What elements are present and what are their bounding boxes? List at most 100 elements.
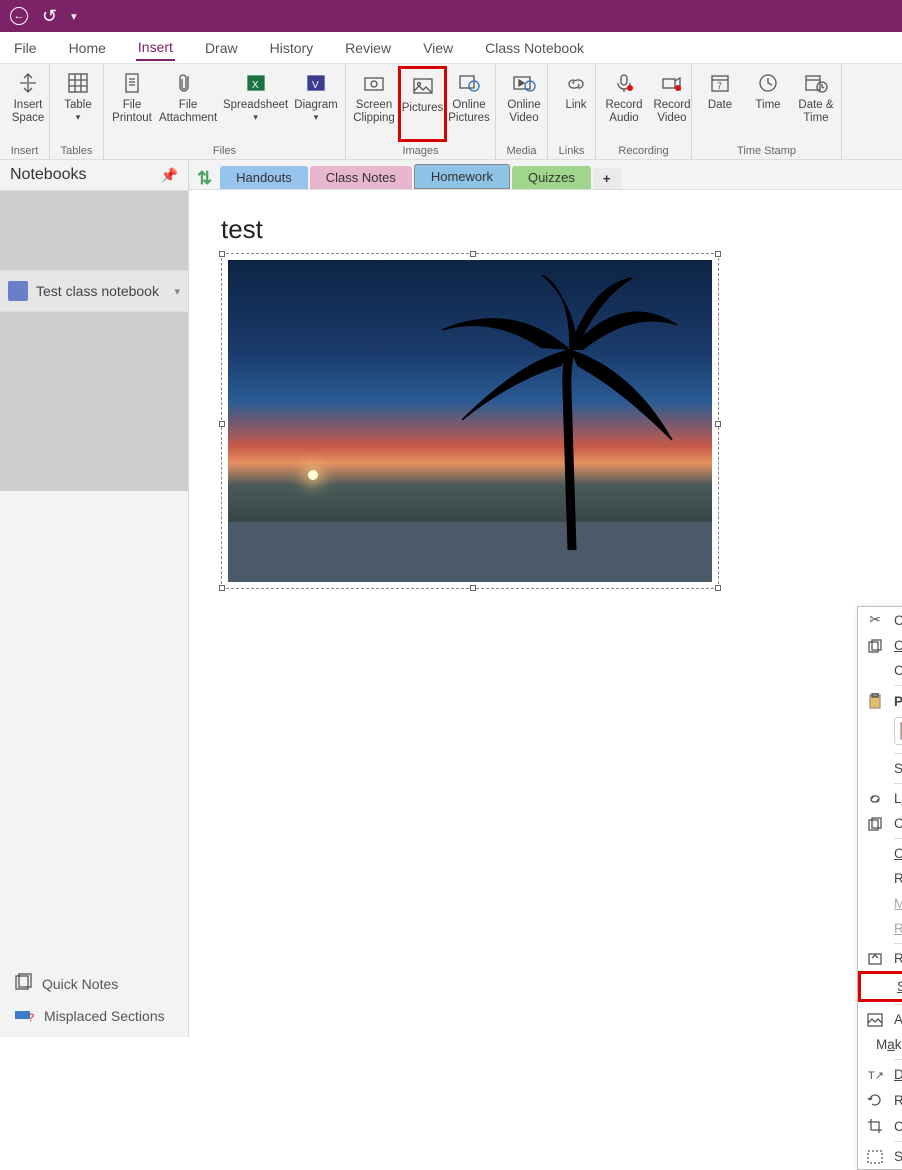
ctx-order[interactable]: Order▸ [858, 841, 902, 866]
ctx-copy-text-from-picture[interactable]: Copy Text from Picture [858, 658, 902, 683]
ctx-link[interactable]: Link... (Ctrl+K) [858, 786, 902, 811]
screen-clipping-button[interactable]: Screen Clipping [350, 66, 398, 142]
ctx-select-text-from-image[interactable]: Select Text from Image [858, 1144, 902, 1169]
tab-handouts[interactable]: Handouts [220, 166, 308, 189]
svg-text:V: V [312, 80, 319, 91]
group-media-label: Media [496, 145, 547, 159]
file-printout-label: File Printout [112, 99, 152, 124]
ctx-paste-options-heading: Paste Options: [858, 688, 902, 714]
ctx-restore-original-size[interactable]: Restore to Original Size [858, 946, 902, 971]
menu-insert[interactable]: Insert [136, 35, 175, 61]
ctx-paste-keep-source[interactable] [894, 717, 902, 745]
ctx-make-searchable[interactable]: Make Text in Image Searchable▸ [858, 1032, 902, 1057]
title-bar: ← ↺ ▾ [0, 0, 902, 32]
ctx-copy[interactable]: Copy [858, 633, 902, 658]
date-time-button[interactable]: Date & Time [792, 66, 840, 142]
menu-history[interactable]: History [268, 36, 316, 60]
pictures-button[interactable]: Pictures [398, 66, 447, 142]
tab-quizzes[interactable]: Quizzes [512, 166, 591, 189]
date-time-label: Date & Time [798, 99, 833, 124]
palm-sunset-image[interactable] [228, 260, 712, 582]
ctx-cut[interactable]: ✂Cut [858, 607, 902, 633]
pin-icon[interactable]: 📌 [161, 167, 178, 184]
spreadsheet-icon: X [243, 70, 269, 96]
link-button[interactable]: Link [552, 66, 600, 142]
ctx-alt-text[interactable]: Alt Text... [858, 1007, 902, 1032]
menu-class-notebook[interactable]: Class Notebook [483, 36, 586, 60]
diagram-button[interactable]: V Diagram ▾ [291, 66, 341, 142]
page-canvas[interactable]: test [189, 190, 902, 1037]
file-attachment-label: File Attachment [159, 99, 217, 124]
group-images-label: Images [346, 145, 495, 159]
insert-space-button[interactable]: Insert Space [4, 66, 52, 142]
scissors-icon: ✂ [866, 612, 884, 628]
menu-home[interactable]: Home [67, 36, 108, 60]
diagram-label: Diagram [294, 99, 337, 112]
notebook-item-test-class[interactable]: Test class notebook ▾ [0, 270, 188, 311]
ctx-save-as[interactable]: Save As... [858, 756, 902, 781]
qat-dropdown-icon[interactable]: ▾ [71, 10, 77, 23]
ctx-paste-options-label: Paste Options: [894, 694, 902, 709]
spreadsheet-button[interactable]: X Spreadsheet ▾ [220, 66, 291, 142]
link-icon [563, 70, 589, 96]
table-label: Table [64, 99, 92, 112]
tab-homework[interactable]: Homework [414, 164, 510, 189]
group-files-label: Files [104, 145, 345, 159]
ctx-distribute-content[interactable]: T↗Distribute Content▸ [858, 1062, 902, 1087]
diagram-icon: V [303, 70, 329, 96]
online-video-button[interactable]: Online Video [500, 66, 548, 142]
file-printout-button[interactable]: File Printout [108, 66, 156, 142]
file-attachment-button[interactable]: File Attachment [156, 66, 220, 142]
back-icon[interactable]: ← [10, 7, 28, 25]
record-video-button[interactable]: Record Video [648, 66, 696, 142]
attachment-icon [175, 70, 201, 96]
misplaced-icon: ? [14, 1006, 34, 1025]
page-title[interactable]: test [221, 214, 870, 245]
selected-image-container[interactable] [221, 253, 719, 589]
sidebar: Notebooks 📌 Test class notebook ▾ Quick … [0, 160, 189, 1037]
ctx-copy-link-paragraph[interactable]: Copy Link to Paragraph [858, 811, 902, 836]
online-pictures-button[interactable]: Online Pictures [447, 66, 491, 142]
record-audio-button[interactable]: Record Audio [600, 66, 648, 142]
misplaced-sections-button[interactable]: ? Misplaced Sections [0, 1000, 188, 1031]
ctx-restore-label: Restore to Original Size [894, 951, 902, 966]
video-icon [511, 70, 537, 96]
undo-icon[interactable]: ↺ [42, 6, 57, 27]
group-tables-label: Tables [50, 145, 103, 159]
ctx-move: Move [858, 891, 902, 916]
spreadsheet-label: Spreadsheet [223, 99, 288, 112]
chevron-down-icon: ▾ [174, 285, 180, 298]
ctx-rotate[interactable]: Rotate▸ [858, 866, 902, 891]
menu-file[interactable]: File [12, 36, 39, 60]
menu-review[interactable]: Review [343, 36, 393, 60]
ctx-crop[interactable]: Crop [858, 1113, 902, 1139]
restore-icon [866, 952, 884, 966]
clock-icon [755, 70, 781, 96]
tab-add[interactable]: + [593, 168, 621, 189]
notebook-icon [8, 281, 28, 301]
group-insert-label: Insert [0, 145, 49, 159]
camcorder-icon [659, 70, 685, 96]
table-button[interactable]: Table ▾ [54, 66, 102, 142]
notebook-item-collapsed[interactable] [0, 190, 188, 270]
quick-notes-button[interactable]: Quick Notes [0, 967, 188, 1000]
ctx-crop-label: Crop [894, 1119, 902, 1134]
group-timestamp-label: Time Stamp [692, 145, 841, 159]
date-button[interactable]: 7 Date [696, 66, 744, 142]
mic-icon [611, 70, 637, 96]
tab-class-notes[interactable]: Class Notes [310, 166, 412, 189]
ctx-set-picture-background[interactable]: Set Picture as Background [858, 971, 902, 1002]
menu-view[interactable]: View [421, 36, 455, 60]
group-links-label: Links [548, 145, 595, 159]
alt-text-icon [866, 1013, 884, 1027]
section-tabs: ⇅ Handouts Class Notes Homework Quizzes … [189, 160, 902, 190]
section-list-placeholder[interactable] [0, 311, 188, 491]
time-button[interactable]: Time [744, 66, 792, 142]
menu-draw[interactable]: Draw [203, 36, 240, 60]
ctx-rotate-printout[interactable]: Rotate Printout▸ [858, 1087, 902, 1113]
insert-space-icon [15, 70, 41, 96]
pictures-icon [410, 73, 436, 99]
rotate-printout-icon [866, 1092, 884, 1108]
reorder-icon[interactable]: ⇅ [197, 168, 212, 189]
date-label: Date [708, 99, 732, 112]
